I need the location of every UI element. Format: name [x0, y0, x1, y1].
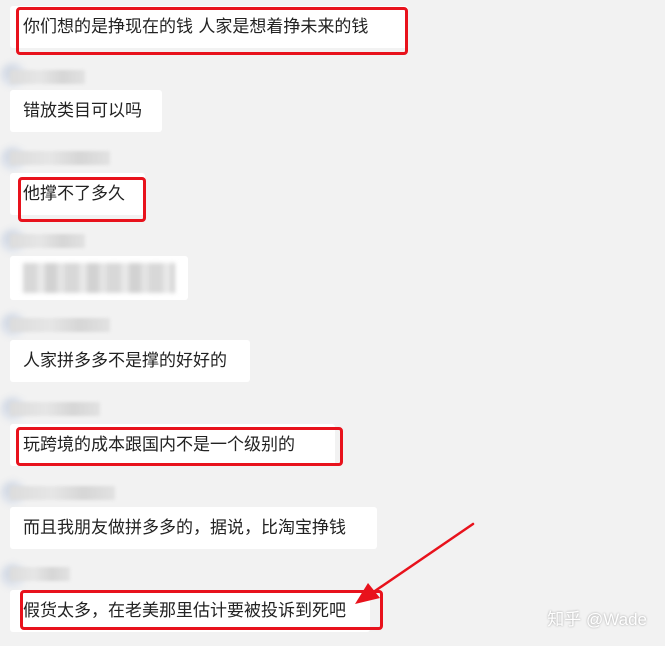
- watermark: 知乎 @Wade: [547, 610, 647, 629]
- annotation-arrow: [355, 522, 475, 604]
- chat-area: 你们想的是挣现在的钱 人家是想着挣未来的钱 错放类目可以吗 他撑不了多久 人家拼…: [0, 0, 665, 646]
